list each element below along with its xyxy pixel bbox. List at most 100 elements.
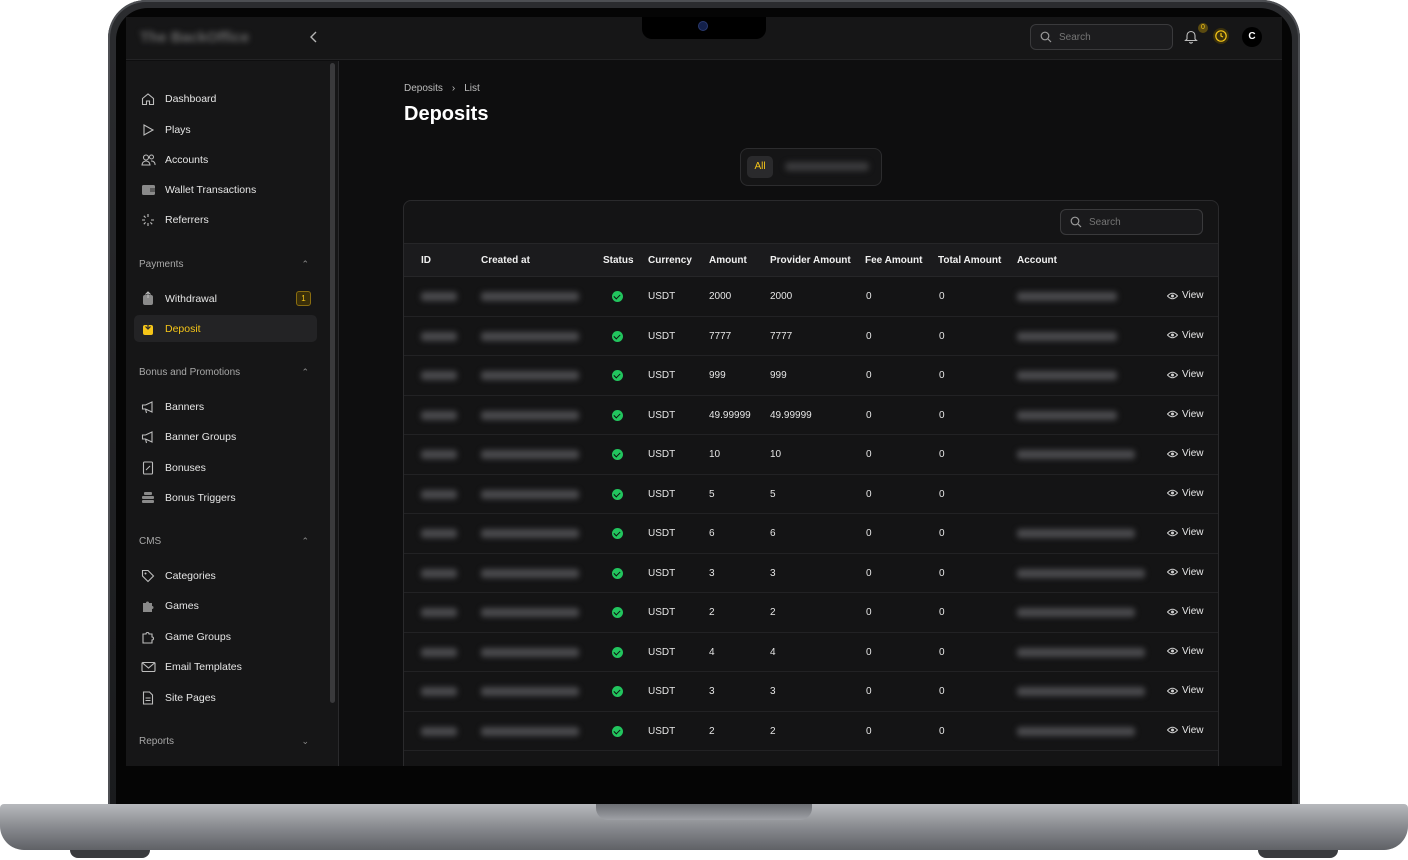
- sidebar-item-plays[interactable]: Plays: [134, 116, 317, 143]
- sidebar-item-game-groups[interactable]: Game Groups: [134, 623, 317, 650]
- view-link[interactable]: View: [1167, 725, 1204, 736]
- provider-amount-cell: 5: [770, 488, 776, 500]
- stack-icon: [140, 490, 156, 506]
- sidebar-item-referrers[interactable]: Referrers: [134, 206, 317, 233]
- view-link[interactable]: View: [1167, 685, 1204, 696]
- table-row[interactable]: USDT 7777 7777 0 0 View: [404, 317, 1218, 356]
- table-row[interactable]: USDT 999 999 0 0 View: [404, 356, 1218, 396]
- table-row[interactable]: USDT 6 6 0 0 View: [404, 514, 1218, 554]
- column-header-amount[interactable]: Amount: [709, 255, 747, 266]
- user-avatar[interactable]: C: [1242, 27, 1262, 47]
- breadcrumb-deposits[interactable]: Deposits: [404, 83, 443, 94]
- account-cell-redacted: [1017, 529, 1135, 538]
- column-header-fee-amount[interactable]: Fee Amount: [865, 255, 922, 266]
- table-search-input[interactable]: [1089, 214, 1189, 230]
- deposit-icon: [140, 321, 156, 337]
- global-search-input[interactable]: [1059, 29, 1159, 45]
- tab-all[interactable]: All: [747, 156, 773, 178]
- tab-redacted[interactable]: [785, 162, 869, 171]
- total-amount-cell: 0: [939, 370, 945, 381]
- id-cell-redacted: [421, 568, 457, 578]
- sidebar: Dashboard Plays Accounts Wallet Transact…: [126, 61, 338, 766]
- chevron-up-icon[interactable]: ⌃: [301, 259, 309, 270]
- provider-amount-cell: 2: [770, 607, 776, 618]
- fee-amount-cell: 0: [866, 528, 872, 539]
- sidebar-item-deposit[interactable]: Deposit: [134, 315, 317, 342]
- column-header-status[interactable]: Status: [603, 255, 634, 266]
- table-row[interactable]: USDT 4 4 0 0 View: [404, 633, 1218, 672]
- wallet-icon: [140, 182, 156, 198]
- collapse-sidebar-button[interactable]: [306, 29, 322, 45]
- sidebar-item-label: Plays: [165, 123, 191, 136]
- view-link[interactable]: View: [1167, 369, 1204, 380]
- column-header-created-at[interactable]: Created at: [481, 255, 530, 266]
- table-row[interactable]: USDT 2 2 0 0 View: [404, 712, 1218, 751]
- table-row[interactable]: USDT 5 5 0 0 View: [404, 475, 1218, 514]
- view-link[interactable]: View: [1167, 606, 1204, 617]
- sidebar-item-email-templates[interactable]: Email Templates: [134, 653, 317, 680]
- table-row[interactable]: USDT 2 2 0 0 View: [404, 593, 1218, 633]
- eye-icon: [1167, 450, 1178, 457]
- total-amount-cell: 0: [939, 725, 945, 737]
- global-search[interactable]: [1030, 24, 1173, 50]
- fee-amount-cell: 0: [866, 567, 872, 579]
- app-logo[interactable]: The BackOffice: [140, 29, 249, 46]
- view-link[interactable]: View: [1167, 330, 1204, 341]
- sidebar-section-payments[interactable]: Payments ⌃: [139, 259, 309, 273]
- sidebar-section-bonus[interactable]: Bonus and Promotions ⌃: [139, 367, 309, 381]
- view-link[interactable]: View: [1167, 448, 1204, 459]
- amount-cell: 5: [709, 488, 715, 500]
- sidebar-scrollbar[interactable]: [330, 63, 335, 703]
- amount-cell: 2: [709, 607, 715, 618]
- sidebar-section-reports[interactable]: Reports ⌄: [139, 736, 309, 750]
- column-header-id[interactable]: ID: [421, 255, 431, 266]
- bell-icon[interactable]: [1184, 29, 1198, 44]
- table-row[interactable]: USDT 2000 2000 0 0 View: [404, 277, 1218, 317]
- sidebar-item-accounts[interactable]: Accounts: [134, 146, 317, 173]
- sidebar-item-withdrawal[interactable]: Withdrawal 1: [134, 285, 317, 312]
- amount-cell: 7777: [709, 330, 732, 342]
- sidebar-item-dashboard[interactable]: Dashboard: [134, 85, 317, 112]
- sidebar-item-bonuses[interactable]: Bonuses: [134, 454, 317, 481]
- sidebar-item-banners[interactable]: Banners: [134, 393, 317, 420]
- column-header-currency[interactable]: Currency: [648, 255, 692, 266]
- app-screen: The BackOffice 0 C Dashboard Plays Accou…: [126, 17, 1282, 766]
- chevron-up-icon[interactable]: ⌃: [301, 536, 309, 547]
- chevron-up-icon[interactable]: ⌃: [301, 367, 309, 378]
- table-row[interactable]: USDT 49.99999 49.99999 0 0 View: [404, 396, 1218, 435]
- clock-icon[interactable]: [1212, 27, 1230, 45]
- table-search[interactable]: [1060, 209, 1203, 235]
- view-link[interactable]: View: [1167, 290, 1204, 301]
- view-link[interactable]: View: [1167, 488, 1204, 499]
- account-cell-redacted: [1017, 568, 1145, 578]
- ticket-icon: [140, 460, 156, 476]
- table-row[interactable]: USDT 3 3 0 0 View: [404, 672, 1218, 712]
- users-icon: [140, 152, 156, 168]
- table-row[interactable]: USDT 3 3 0 0 View: [404, 554, 1218, 593]
- laptop-foot-left: [70, 850, 150, 858]
- view-link[interactable]: View: [1167, 527, 1204, 538]
- eye-icon: [1167, 726, 1178, 734]
- fee-amount-cell: 0: [866, 330, 872, 342]
- sidebar-item-banner-groups[interactable]: Banner Groups: [134, 423, 317, 450]
- section-title: Bonus and Promotions: [139, 367, 241, 378]
- view-link[interactable]: View: [1167, 409, 1204, 420]
- view-link[interactable]: View: [1167, 646, 1204, 657]
- chevron-down-icon[interactable]: ⌄: [301, 736, 309, 747]
- id-cell-redacted: [421, 608, 457, 617]
- sidebar-item-bonus-triggers[interactable]: Bonus Triggers: [134, 484, 317, 511]
- search-icon: [1070, 216, 1082, 228]
- column-header-provider-amount[interactable]: Provider Amount: [770, 255, 851, 266]
- success-check-icon: [612, 567, 623, 579]
- view-link[interactable]: View: [1167, 567, 1204, 578]
- account-cell-redacted: [1017, 292, 1117, 301]
- sidebar-item-site-pages[interactable]: Site Pages: [134, 684, 317, 711]
- sidebar-item-label: Wallet Transactions: [165, 183, 257, 196]
- sidebar-item-wallet-transactions[interactable]: Wallet Transactions: [134, 176, 317, 203]
- sidebar-item-categories[interactable]: Categories: [134, 562, 317, 589]
- sidebar-section-cms[interactable]: CMS ⌃: [139, 536, 309, 550]
- column-header-total-amount[interactable]: Total Amount: [938, 255, 1001, 266]
- column-header-account[interactable]: Account: [1017, 255, 1057, 266]
- table-row[interactable]: USDT 10 10 0 0 View: [404, 435, 1218, 475]
- sidebar-item-games[interactable]: Games: [134, 592, 317, 619]
